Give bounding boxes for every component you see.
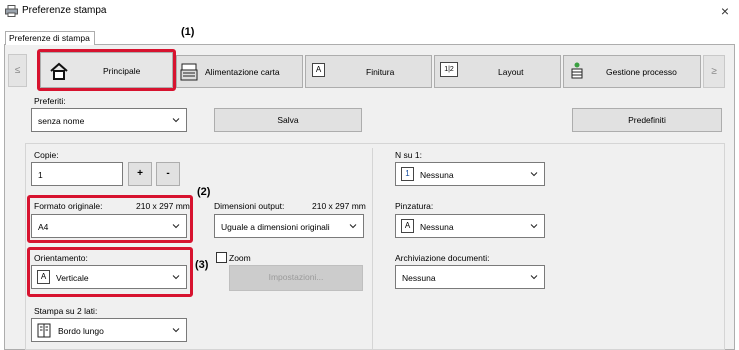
n-up-select[interactable]: 1 Nessuna	[395, 162, 545, 186]
stapling-select[interactable]: A Nessuna	[395, 214, 545, 238]
tab-alimentazione-carta[interactable]: Alimentazione carta	[176, 55, 303, 88]
title-bar	[0, 0, 739, 22]
orientation-select[interactable]: A Verticale	[31, 265, 187, 289]
output-size-dims: 210 x 297 mm	[312, 201, 366, 211]
orientation-label: Orientamento:	[34, 253, 88, 263]
window-title: Preferenze stampa	[22, 5, 107, 16]
duplex-label: Stampa su 2 lati:	[34, 306, 98, 316]
original-size-select[interactable]: A4	[31, 214, 187, 238]
chevron-down-icon	[530, 172, 538, 177]
chevron-down-icon	[172, 328, 180, 333]
original-size-value: A4	[38, 222, 49, 232]
tab-layout[interactable]: 1|2 Layout	[434, 55, 561, 88]
callout-3: (3)	[195, 259, 209, 271]
copies-label: Copie:	[34, 150, 59, 160]
staple-icon: A	[401, 219, 414, 233]
zoom-settings-button[interactable]: Impostazioni...	[229, 265, 363, 291]
tab-print-preferences[interactable]: Preferenze di stampa	[5, 31, 95, 45]
output-size-select[interactable]: Uguale a dimensioni originali	[214, 214, 364, 238]
copies-value: 1	[38, 170, 43, 180]
stapling-value: Nessuna	[420, 222, 454, 232]
tab-label-gestione: Gestione processo	[606, 67, 677, 77]
zoom-checkbox[interactable]	[216, 252, 227, 263]
save-button[interactable]: Salva	[214, 108, 362, 132]
duplex-select[interactable]: Bordo lungo	[31, 318, 187, 342]
copies-input[interactable]: 1	[31, 162, 123, 186]
tab-gestione-processo[interactable]: Gestione processo	[563, 55, 701, 88]
tab-label-layout: Layout	[498, 67, 524, 77]
tab-label-finitura: Finitura	[366, 67, 395, 77]
original-size-label: Formato originale:	[34, 201, 103, 211]
paper-feed-icon	[180, 63, 198, 81]
portrait-icon: A	[37, 270, 50, 284]
tab-label-alimentazione: Alimentazione carta	[205, 67, 280, 77]
output-size-value: Uguale a dimensioni originali	[221, 222, 330, 232]
chevron-down-icon	[349, 224, 357, 229]
printer-icon	[5, 5, 18, 17]
stapling-label: Pinzatura:	[395, 201, 434, 211]
chevron-down-icon	[530, 275, 538, 280]
booklet-icon	[37, 323, 51, 338]
n-up-label: N su 1:	[395, 150, 422, 160]
copies-minus-button[interactable]: -	[156, 162, 180, 186]
job-management-icon	[571, 62, 583, 79]
doc-filing-select[interactable]: Nessuna	[395, 265, 545, 289]
toolbar-prev-button[interactable]: ≤	[8, 54, 27, 87]
highlight-box-1	[37, 49, 176, 91]
favorites-select[interactable]: senza nome	[31, 108, 187, 132]
original-size-dims: 210 x 297 mm	[136, 201, 190, 211]
callout-1: (1)	[181, 26, 195, 38]
favorites-label: Preferiti:	[34, 96, 66, 106]
n-up-icon: 1	[401, 167, 414, 181]
defaults-button[interactable]: Predefiniti	[572, 108, 722, 132]
doc-filing-value: Nessuna	[402, 273, 436, 283]
chevron-down-icon	[172, 224, 180, 229]
n-up-value: Nessuna	[420, 170, 454, 180]
tab-finitura[interactable]: A Finitura	[305, 55, 432, 88]
layout-icon: 1|2	[440, 62, 458, 77]
callout-2: (2)	[197, 186, 211, 198]
output-size-label: Dimensioni output:	[214, 201, 285, 211]
favorites-value: senza nome	[38, 116, 85, 126]
column-divider	[372, 148, 373, 350]
finishing-icon: A	[312, 63, 325, 77]
zoom-label: Zoom	[229, 253, 251, 263]
toolbar-next-button[interactable]: ≥	[703, 55, 725, 88]
copies-plus-button[interactable]: +	[128, 162, 152, 186]
duplex-value: Bordo lungo	[58, 326, 104, 336]
chevron-down-icon	[172, 118, 180, 123]
chevron-down-icon	[172, 275, 180, 280]
chevron-down-icon	[530, 224, 538, 229]
orientation-value: Verticale	[56, 273, 89, 283]
doc-filing-label: Archiviazione documenti:	[395, 253, 490, 263]
close-button[interactable]: ×	[716, 2, 734, 20]
